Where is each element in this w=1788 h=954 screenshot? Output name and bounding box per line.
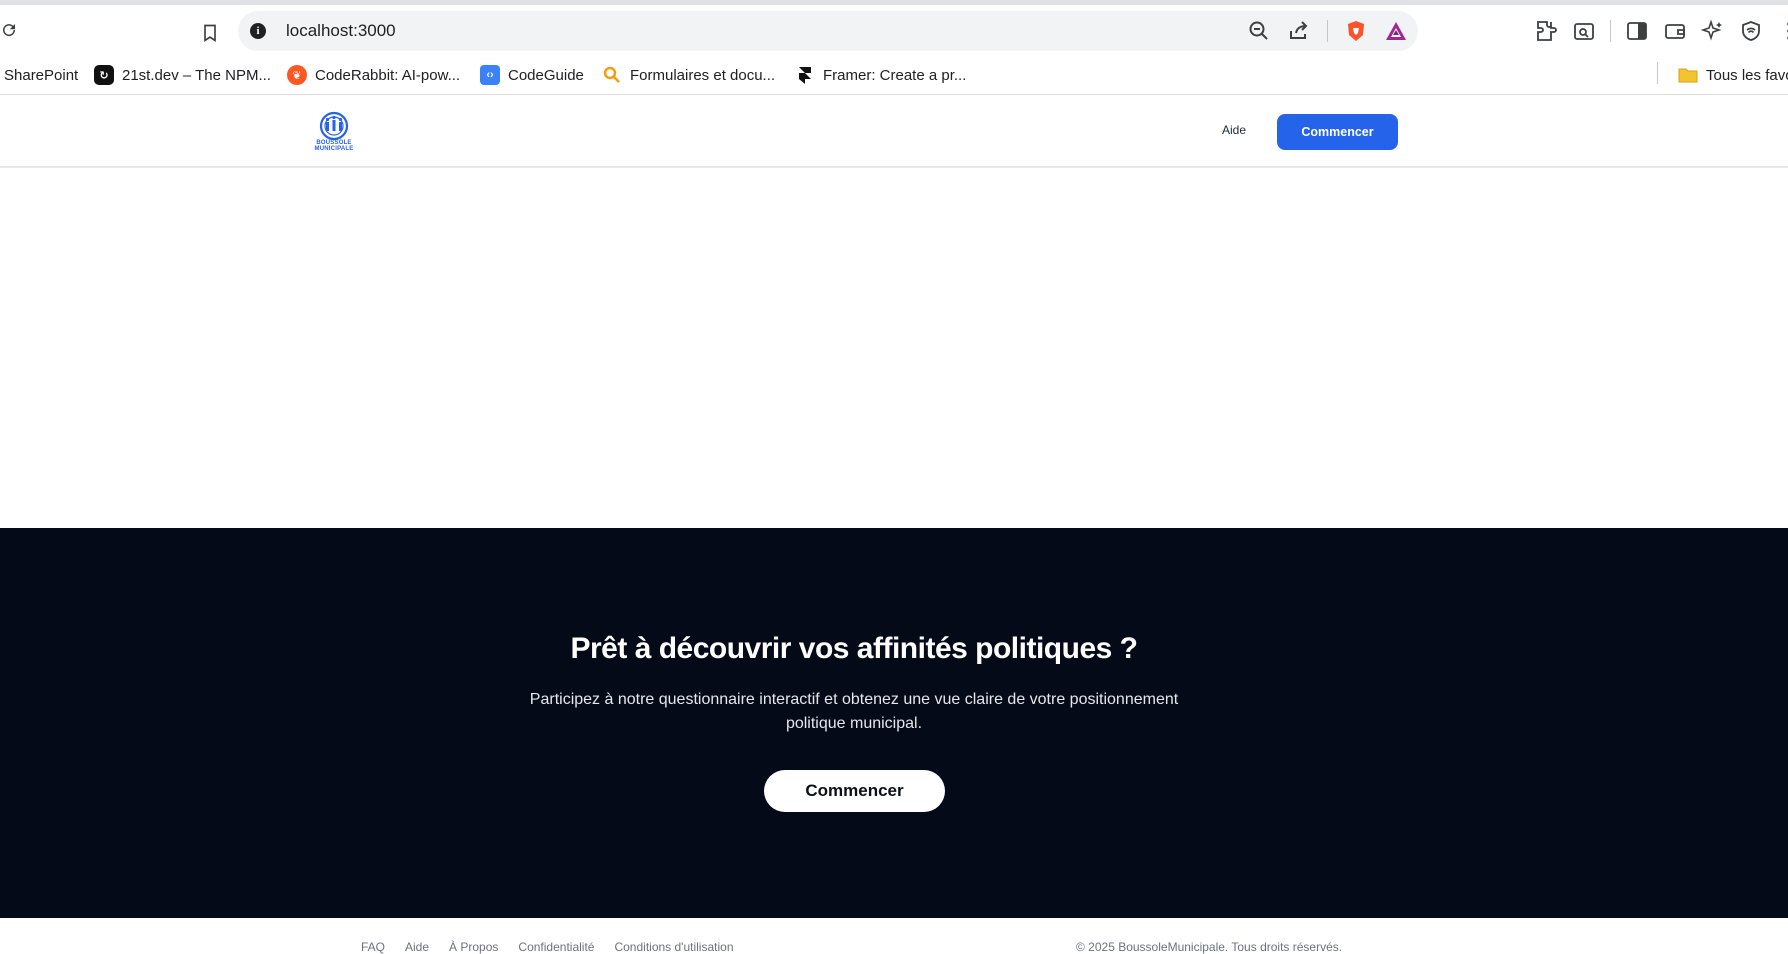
zoom-out-icon[interactable] — [1247, 19, 1271, 43]
codeguide-icon: ‹› — [480, 65, 500, 85]
footer-link-about[interactable]: À Propos — [449, 940, 498, 954]
bookmark-formulaires[interactable]: Formulaires et docu... — [602, 64, 775, 86]
21st-dev-icon: ↻ — [94, 65, 114, 85]
cta-start-button[interactable]: Commencer — [764, 770, 945, 812]
bookmark-label: Formulaires et docu... — [630, 66, 776, 84]
footer-link-faq[interactable]: FAQ — [361, 940, 385, 954]
bookmarks-bar: SharePoint ↻ 21st.dev – The NPM... ❦ Cod… — [0, 55, 1788, 95]
bookmark-label: 21st.dev – The NPM... — [122, 66, 271, 84]
extensions-icon[interactable] — [1534, 19, 1558, 43]
bookmark-label: CodeGuide — [508, 66, 584, 84]
site-footer: FAQ Aide À Propos Confidentialité Condit… — [0, 918, 1788, 954]
site-info-icon[interactable]: i — [250, 23, 266, 39]
reload-icon[interactable] — [0, 21, 18, 39]
bookmark-label: Tous les favo — [1706, 66, 1788, 84]
bookmark-coderabbit[interactable]: ❦ CodeRabbit: AI-pow... — [287, 64, 460, 86]
header-start-button[interactable]: Commencer — [1277, 114, 1398, 150]
divider — [1610, 20, 1611, 42]
sidebar-icon[interactable] — [1625, 19, 1649, 43]
bookmark-codeguide[interactable]: ‹› CodeGuide — [480, 64, 584, 86]
footer-link-privacy[interactable]: Confidentialité — [518, 940, 594, 954]
folder-icon — [1678, 68, 1698, 83]
browser-toolbar: i localhost:3000 — [0, 5, 1788, 55]
cta-section: Prêt à découvrir vos affinités politique… — [0, 528, 1788, 918]
footer-link-help[interactable]: Aide — [405, 940, 429, 954]
bookmark-all-favorites[interactable]: Tous les favo — [1678, 64, 1788, 86]
menu-icon[interactable] — [1777, 19, 1788, 43]
nav-help-link[interactable]: Aide — [1222, 123, 1246, 137]
address-bar[interactable]: i localhost:3000 — [238, 11, 1418, 51]
vpn-icon[interactable] — [1739, 19, 1763, 43]
footer-copyright: © 2025 BoussoleMunicipale. Tous droits r… — [1076, 940, 1343, 954]
coderabbit-icon: ❦ — [287, 65, 307, 85]
media-search-icon[interactable] — [1572, 19, 1596, 43]
share-icon[interactable] — [1287, 19, 1311, 43]
logo-text: BOUSSOLE MUNICIPALE — [314, 140, 354, 152]
framer-icon — [799, 67, 811, 84]
bookmark-page-icon[interactable] — [200, 22, 220, 44]
footer-link-terms[interactable]: Conditions d'utilisation — [614, 940, 733, 954]
wallet-icon[interactable] — [1663, 19, 1687, 43]
search-favicon — [603, 66, 620, 83]
bookmark-label: CodeRabbit: AI-pow... — [315, 66, 461, 84]
brave-rewards-icon[interactable] — [1384, 19, 1408, 43]
bookmark-framer[interactable]: Framer: Create a pr... — [795, 64, 966, 86]
brave-shield-icon[interactable] — [1344, 19, 1368, 43]
site-header: BOUSSOLE MUNICIPALE Aide Commencer — [0, 98, 1788, 168]
cta-title: Prêt à découvrir vos affinités politique… — [570, 632, 1138, 665]
address-bar-url[interactable]: localhost:3000 — [286, 21, 396, 41]
bookmark-sharepoint[interactable]: SharePoint — [4, 64, 78, 86]
bookmark-21st-dev[interactable]: ↻ 21st.dev – The NPM... — [94, 64, 271, 86]
cta-description: Participez à notre questionnaire interac… — [529, 691, 1179, 732]
divider — [1327, 20, 1328, 42]
leo-ai-icon[interactable] — [1701, 19, 1725, 43]
footer-links: FAQ Aide À Propos Confidentialité Condit… — [361, 940, 734, 954]
divider — [1657, 62, 1658, 84]
bookmark-label: Framer: Create a pr... — [823, 66, 967, 84]
bookmark-label: SharePoint — [4, 66, 79, 84]
